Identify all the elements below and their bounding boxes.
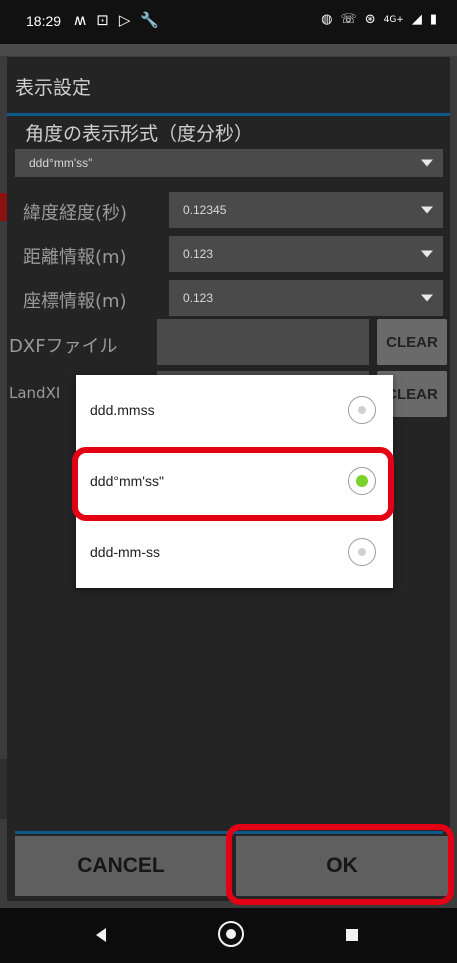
radio-unselected-icon[interactable] [348,538,376,566]
chevron-down-icon [421,159,433,167]
screen-cast-icon: ⊡ [96,11,109,29]
latlon-label: 緯度経度(秒) [23,203,128,224]
latlon-precision-dropdown[interactable]: 0.12345 [169,192,443,228]
background-red-accent [0,193,7,221]
navigation-bar [0,908,457,963]
distance-precision-value: 0.123 [183,247,214,261]
chevron-down-icon [421,206,433,214]
title-divider [7,113,450,116]
battery-icon: ▮ [429,12,437,27]
selected-option-highlight [72,447,394,521]
vibrate-icon: ◍ [321,12,333,27]
dxf-file-label: DXFファイル [9,336,118,357]
distance-precision-dropdown[interactable]: 0.123 [169,236,443,272]
radio-unselected-icon[interactable] [348,396,376,424]
4g-call-icon: ☏ [340,12,357,27]
signal-icon: ◢ [411,12,422,27]
hotspot-icon: ⊛ [364,12,376,27]
status-time: 18:29 [26,13,62,29]
status-bar: 18:29 ʍ ⊡ ▷ 🔧 ◍ ☏ ⊛ 4G+ ◢ ▮ [0,0,457,44]
dxf-file-field[interactable] [157,319,369,365]
angle-format-dropdown[interactable]: ddd°mm'ss" [15,149,443,177]
coordinate-precision-dropdown[interactable]: 0.123 [169,280,443,316]
wrench-icon: 🔧 [140,11,160,29]
angle-format-value: ddd°mm'ss" [29,156,93,170]
chevron-down-icon [421,294,433,302]
coordinate-precision-value: 0.123 [183,291,214,305]
option-label: ddd-mm-ss [90,544,161,560]
ok-button-highlight [226,824,454,905]
latlon-precision-value: 0.12345 [183,203,227,217]
landxml-file-label: LandXI [9,384,61,402]
play-store-icon: ▷ [118,11,131,29]
dialog-title: 表示設定 [15,77,92,99]
cancel-button[interactable]: CANCEL [15,836,227,896]
status-left-icons: ʍ ⊡ ▷ 🔧 [74,11,159,29]
distance-label: 距離情報(m) [23,247,127,268]
angle-format-label: 角度の表示形式（度分秒） [25,123,254,145]
background-top-strip [0,44,457,56]
coordinate-label: 座標情報(m) [23,291,127,312]
option-ddd-dash-mm-dash-ss[interactable]: ddd-mm-ss [76,517,393,587]
4g-plus-icon: 4G+ [383,14,404,25]
status-right-icons: ◍ ☏ ⊛ 4G+ ◢ ▮ [321,12,437,27]
chevron-down-icon [421,250,433,258]
recent-apps-square-icon[interactable] [346,929,358,941]
dxf-clear-button[interactable]: CLEAR [377,319,447,365]
home-circle-icon[interactable] [218,921,244,947]
notification-m-icon: ʍ [74,11,87,29]
option-ddd-mmss[interactable]: ddd.mmss [76,375,393,445]
option-label: ddd.mmss [90,402,155,418]
back-triangle-icon[interactable] [96,928,106,942]
